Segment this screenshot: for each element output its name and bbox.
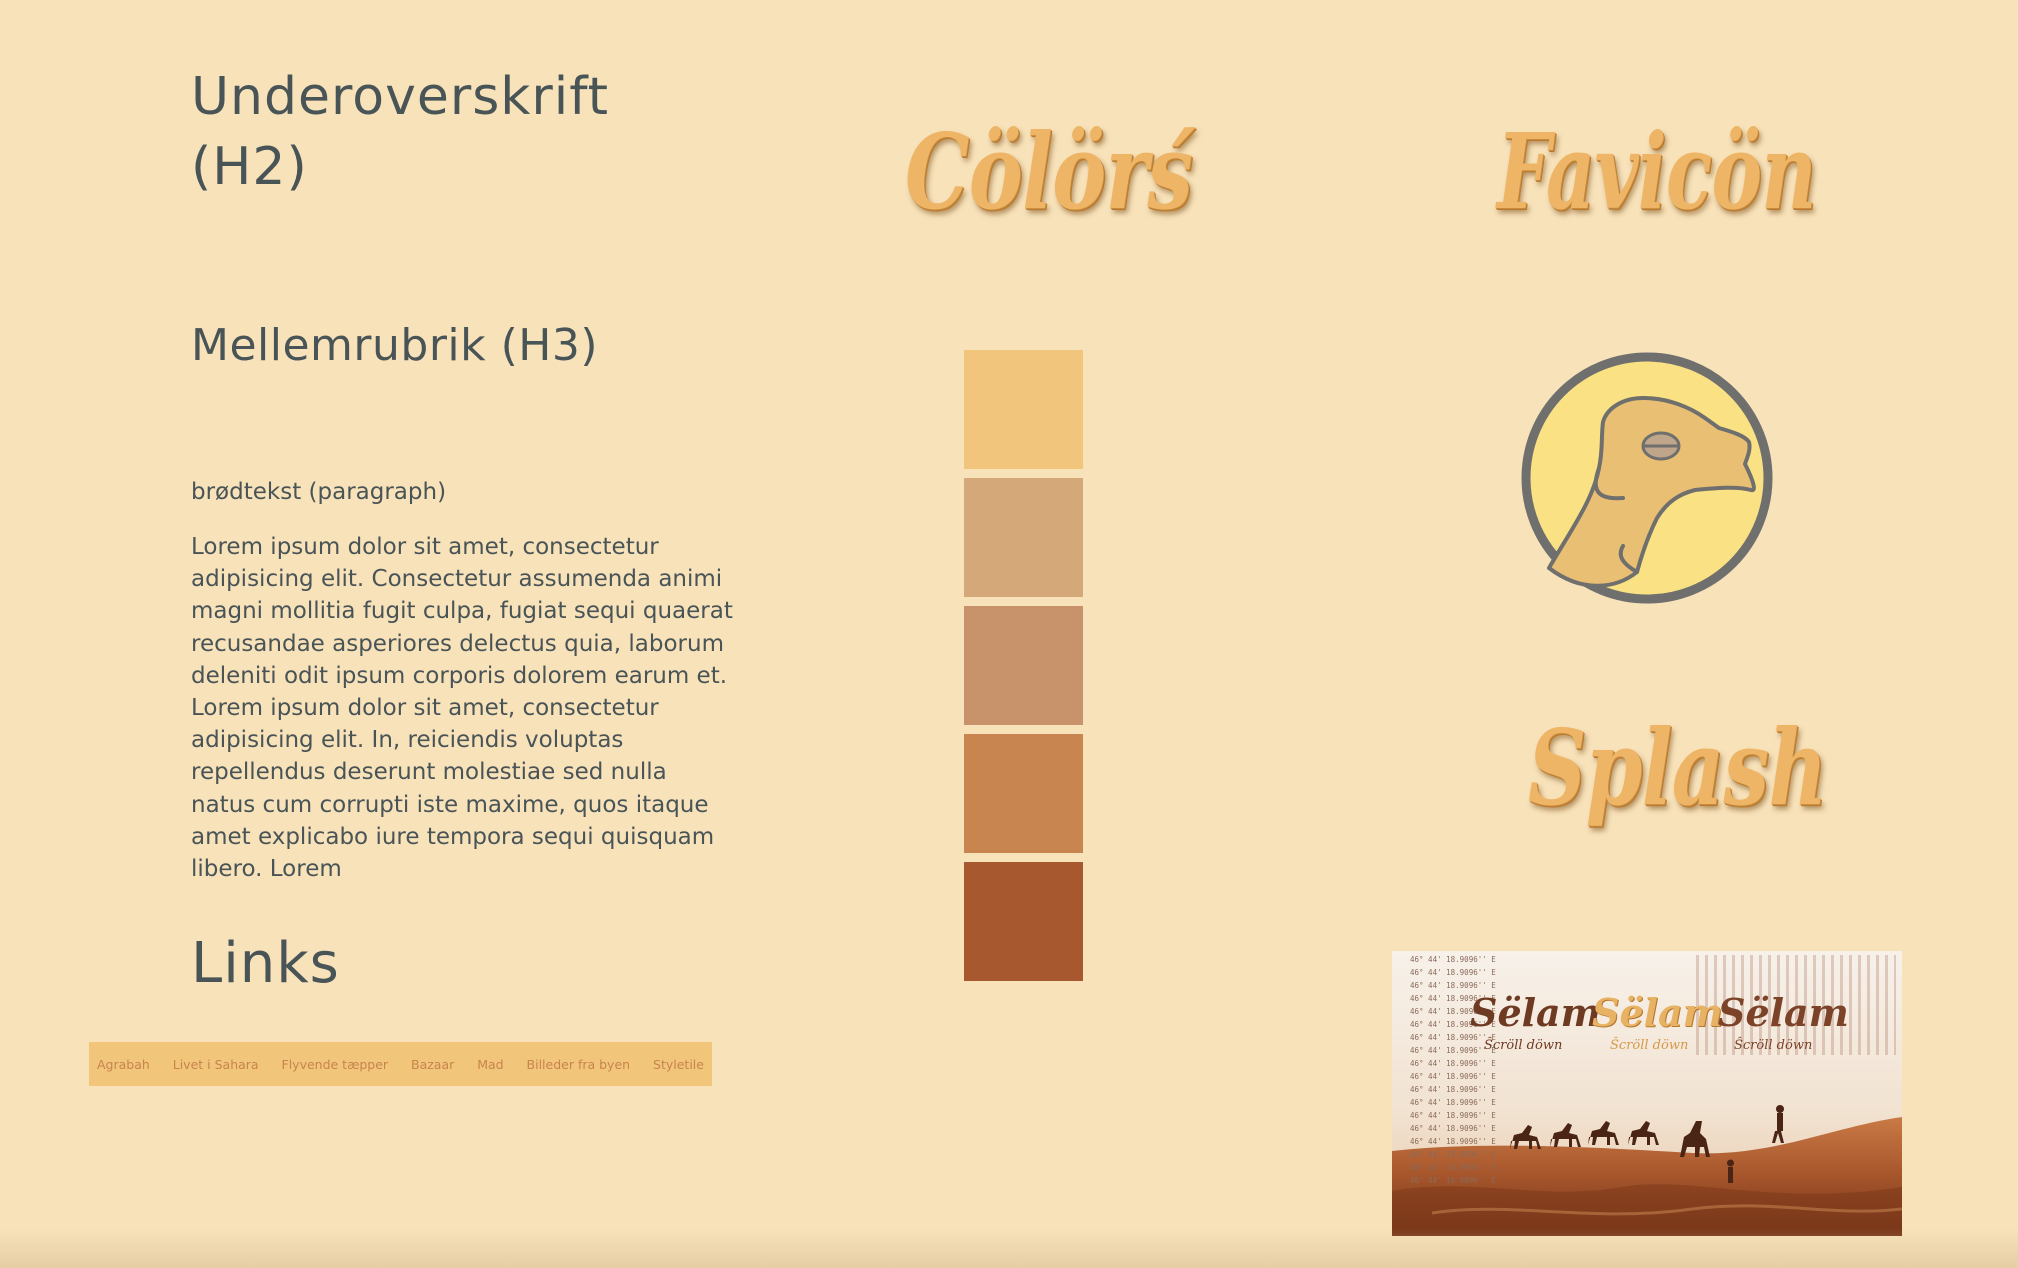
- coordinate-text-column: 46° 44' 18.9096'' E 46° 44' 18.9096'' E …: [1410, 955, 1496, 1185]
- heading-h2-sample: Underoverskrift (H2): [191, 67, 610, 197]
- nav-link-styletile[interactable]: Styletile: [653, 1057, 704, 1072]
- nav-link-flyvende-taepper[interactable]: Flyvende tæpper: [282, 1057, 389, 1072]
- color-swatch-5: [964, 862, 1083, 981]
- splash-preview-image: 46° 44' 18.9096'' E 46° 44' 18.9096'' E …: [1392, 951, 1902, 1236]
- heading-h3-sample: Mellemrubrik (H3): [191, 320, 599, 371]
- bottom-shadow: [0, 1228, 2018, 1268]
- styletile-page: Underoverskrift (H2) Mellemrubrik (H3) b…: [0, 0, 2018, 1268]
- nav-link-billeder-fra-byen[interactable]: Billeder fra byen: [527, 1057, 631, 1072]
- splash-logo-dark: Sëlam: [1470, 990, 1601, 1035]
- links-heading: Links: [191, 931, 340, 996]
- splash-scroll-gold: Ŝcröll döwn: [1610, 1038, 1689, 1053]
- splash-scroll-dark: Ŝcröll döwn: [1484, 1038, 1563, 1053]
- camel-favicon-icon: [1521, 352, 1773, 604]
- nav-link-agrabah[interactable]: Agrabah: [97, 1057, 150, 1072]
- color-swatch-1: [964, 350, 1083, 469]
- nav-bar-sample: Agrabah Livet i Sahara Flyvende tæpper B…: [89, 1042, 712, 1086]
- nav-link-livet-i-sahara[interactable]: Livet i Sahara: [173, 1057, 259, 1072]
- nav-link-mad[interactable]: Mad: [477, 1057, 503, 1072]
- color-swatch-4: [964, 734, 1083, 853]
- paragraph-sample: Lorem ipsum dolor sit amet, consectetur …: [191, 534, 733, 883]
- splash-title: Splash: [1528, 706, 1827, 829]
- colors-title: Cölörś: [905, 110, 1193, 233]
- splash-logo-brown: Sëlam: [1718, 990, 1849, 1035]
- favicon-title: Favicön: [1497, 110, 1817, 233]
- paragraph-label: brødtekst (paragraph): [191, 479, 447, 505]
- splash-logo-gold: Sëlam: [1592, 990, 1723, 1035]
- splash-scroll-brown: Ŝcröll döwn: [1734, 1038, 1813, 1053]
- color-swatch-2: [964, 478, 1083, 597]
- color-swatch-3: [964, 606, 1083, 725]
- nav-link-bazaar[interactable]: Bazaar: [411, 1057, 454, 1072]
- color-swatches: [964, 350, 1083, 981]
